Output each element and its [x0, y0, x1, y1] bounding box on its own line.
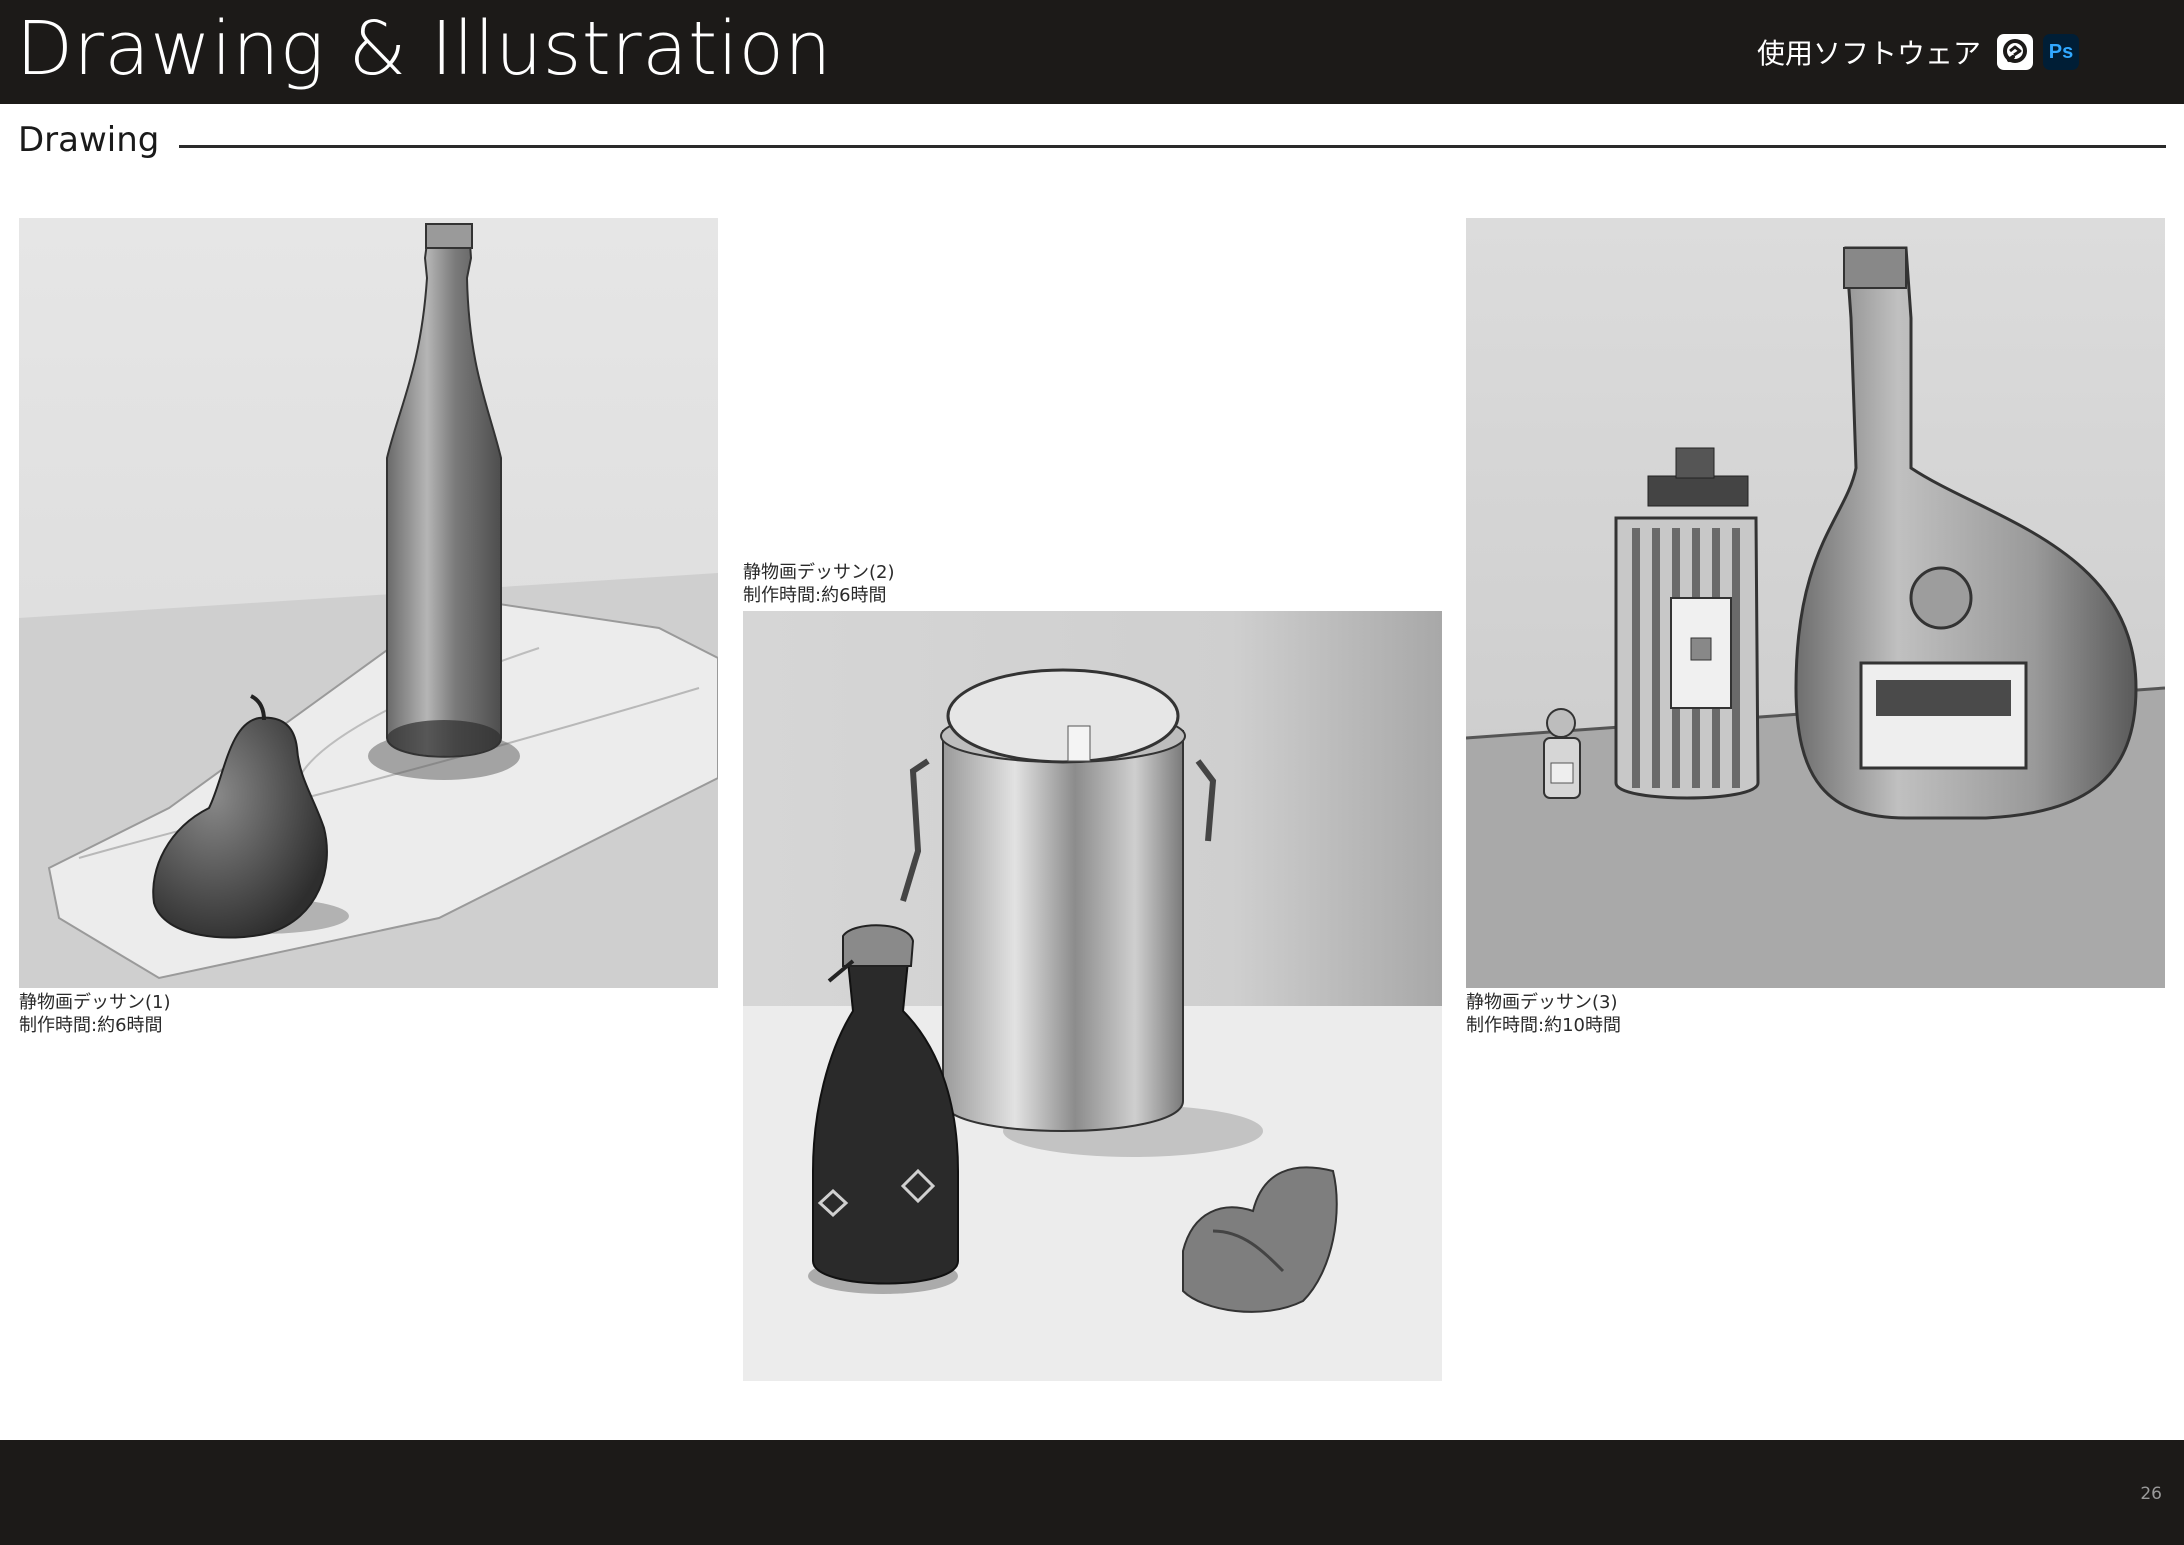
artwork-title: 静物画デッサン(1)	[19, 992, 171, 1013]
section-divider	[179, 145, 2166, 148]
software-used: 使用ソフトウェア Ps	[1757, 32, 2080, 72]
page-number: 26	[2140, 1484, 2162, 1504]
artwork-caption-2: 静物画デッサン(2) 制作時間:約6時間	[743, 561, 895, 607]
section-title: Drawing	[18, 120, 160, 160]
artwork-image-2	[743, 611, 1442, 1381]
artwork-caption-1: 静物画デッサン(1) 制作時間:約6時間	[19, 991, 171, 1037]
footer-bar: 26	[0, 1440, 2184, 1545]
artwork-time: 制作時間:約6時間	[19, 1015, 163, 1036]
portfolio-page: Drawing & Illustration 使用ソフトウェア Ps Drawi…	[0, 0, 2184, 1545]
artwork-title: 静物画デッサン(2)	[743, 562, 895, 583]
header-bar: Drawing & Illustration 使用ソフトウェア Ps	[0, 0, 2184, 104]
artwork-time: 制作時間:約10時間	[1466, 1015, 1621, 1036]
clip-studio-icon	[1997, 34, 2034, 70]
artwork-title: 静物画デッサン(3)	[1466, 992, 1618, 1013]
photoshop-icon: Ps	[2043, 34, 2080, 70]
artwork-image-3	[1466, 218, 2165, 988]
page-title: Drawing & Illustration	[16, 6, 832, 92]
software-label: 使用ソフトウェア	[1757, 37, 1982, 70]
artwork-caption-3: 静物画デッサン(3) 制作時間:約10時間	[1466, 991, 1621, 1037]
artwork-time: 制作時間:約6時間	[743, 585, 887, 606]
artwork-image-1	[19, 218, 718, 988]
